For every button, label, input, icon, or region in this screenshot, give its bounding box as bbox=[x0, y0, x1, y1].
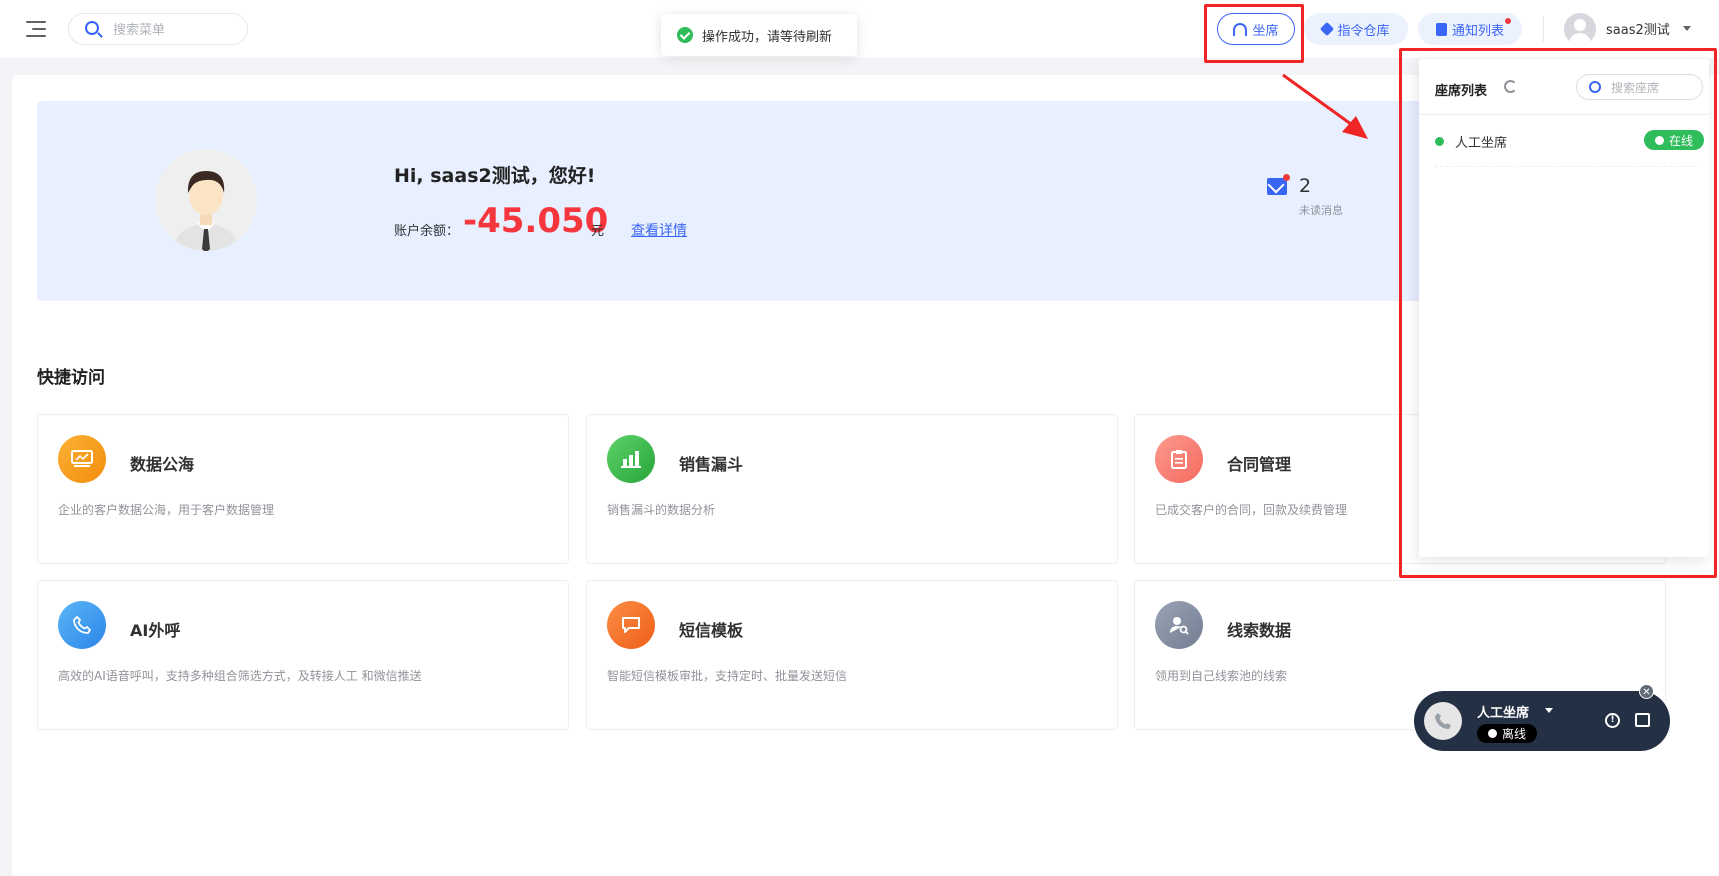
greeting-text: Hi, saas2测试，您好! bbox=[394, 165, 596, 187]
card-title: 线索数据 bbox=[1227, 621, 1292, 640]
card-desc: 销售漏斗的数据分析 bbox=[607, 503, 716, 517]
card-icon-bg bbox=[1155, 601, 1203, 649]
balance-value: -45.050 bbox=[463, 201, 609, 241]
card-icon-bg bbox=[607, 435, 655, 483]
refresh-icon[interactable] bbox=[1504, 80, 1517, 93]
card-desc: 领用到自己线索池的线索 bbox=[1155, 669, 1288, 683]
message-icon bbox=[607, 601, 655, 649]
bar-chart-icon bbox=[607, 435, 655, 483]
phone-icon[interactable] bbox=[1424, 702, 1462, 740]
search-icon bbox=[85, 21, 99, 35]
card-title: 合同管理 bbox=[1227, 455, 1292, 474]
command-library-button[interactable]: 指令仓库 bbox=[1304, 13, 1408, 45]
agent-button[interactable]: 坐席 bbox=[1217, 13, 1295, 45]
card-title: 销售漏斗 bbox=[679, 455, 744, 474]
seat-list-panel: 座席列表 人工坐席 在线 bbox=[1419, 59, 1709, 557]
close-icon[interactable]: ✕ bbox=[1639, 684, 1654, 699]
agent-button-label: 坐席 bbox=[1252, 23, 1279, 39]
seat-list-title: 座席列表 bbox=[1435, 84, 1488, 99]
quick-card-data-pool[interactable]: 数据公海 企业的客户数据公海，用于客户数据管理 bbox=[37, 414, 569, 564]
quick-card-sms-template[interactable]: 短信模板 智能短信模板审批，支持定时、批量发送短信 bbox=[586, 580, 1118, 730]
monitor-icon bbox=[58, 435, 106, 483]
user-search-icon bbox=[1155, 601, 1203, 649]
divider bbox=[1419, 114, 1709, 115]
command-library-label: 指令仓库 bbox=[1337, 23, 1390, 39]
user-avatar[interactable] bbox=[1564, 13, 1596, 45]
profile-avatar bbox=[155, 149, 257, 251]
notification-list-label: 通知列表 bbox=[1451, 23, 1504, 39]
card-icon-bg bbox=[1155, 435, 1203, 483]
expand-icon[interactable] bbox=[1635, 713, 1650, 727]
widget-seat-name[interactable]: 人工坐席 bbox=[1477, 702, 1529, 721]
seat-name: 人工坐席 bbox=[1455, 136, 1508, 151]
menu-search-input[interactable] bbox=[113, 20, 239, 40]
online-status-dot bbox=[1435, 137, 1444, 146]
status-icon bbox=[1654, 135, 1664, 145]
toast-message: 操作成功，请等待刷新 bbox=[702, 29, 833, 45]
quick-card-ai-call[interactable]: AI外呼 高效的AI语音呼叫，支持多种组合筛选方式，及转接人工 和微信推送 bbox=[37, 580, 569, 730]
offline-status-badge[interactable]: 离线 bbox=[1477, 724, 1537, 743]
card-icon-bg bbox=[58, 601, 106, 649]
header-divider bbox=[1543, 16, 1544, 42]
online-status-badge: 在线 bbox=[1644, 130, 1704, 150]
quick-access-title: 快捷访问 bbox=[37, 368, 105, 388]
card-desc: 已成交客户的合同，回款及续费管理 bbox=[1155, 503, 1348, 517]
info-icon[interactable]: ! bbox=[1605, 713, 1620, 728]
notification-list-button[interactable]: 通知列表 bbox=[1418, 13, 1522, 45]
quick-card-sales-funnel[interactable]: 销售漏斗 销售漏斗的数据分析 bbox=[586, 414, 1118, 564]
card-title: 数据公海 bbox=[130, 455, 195, 474]
top-header: 坐席 指令仓库 通知列表 saas2测试 bbox=[0, 0, 1719, 58]
card-icon-bg bbox=[607, 601, 655, 649]
call-widget: 人工坐席 离线 ! bbox=[1414, 691, 1670, 751]
notification-badge-dot bbox=[1505, 18, 1511, 24]
pin-icon bbox=[1320, 21, 1335, 37]
chevron-down-icon[interactable] bbox=[1683, 26, 1691, 31]
mail-badge-dot bbox=[1283, 174, 1290, 181]
seat-search-box bbox=[1576, 74, 1703, 100]
card-icon-bg bbox=[58, 435, 106, 483]
balance-label: 账户余额： bbox=[394, 224, 460, 239]
check-circle-icon bbox=[677, 27, 693, 43]
clipboard-icon bbox=[1155, 435, 1203, 483]
success-toast: 操作成功，请等待刷新 bbox=[661, 14, 857, 56]
search-icon bbox=[1589, 81, 1601, 93]
menu-collapse-icon[interactable] bbox=[26, 20, 46, 38]
card-desc: 企业的客户数据公海，用于客户数据管理 bbox=[58, 503, 275, 517]
menu-search-box bbox=[68, 13, 248, 45]
card-title: AI外呼 bbox=[130, 621, 181, 640]
unread-label: 未读消息 bbox=[1299, 204, 1343, 217]
card-title: 短信模板 bbox=[679, 621, 744, 640]
status-icon bbox=[1487, 729, 1497, 738]
card-desc: 智能短信模板审批，支持定时、批量发送短信 bbox=[607, 669, 848, 683]
seat-list-item[interactable]: 人工坐席 在线 bbox=[1435, 127, 1704, 167]
headset-icon bbox=[1233, 22, 1248, 36]
unread-count[interactable]: 2 bbox=[1299, 175, 1311, 197]
balance-unit: 元 bbox=[591, 224, 605, 239]
offline-status-label: 离线 bbox=[1501, 727, 1526, 741]
document-icon bbox=[1435, 22, 1447, 36]
chevron-down-icon[interactable] bbox=[1545, 708, 1553, 713]
online-status-label: 在线 bbox=[1668, 133, 1693, 148]
seat-search-input[interactable] bbox=[1611, 79, 1697, 97]
card-desc: 高效的AI语音呼叫，支持多种组合筛选方式，及转接人工 和微信推送 bbox=[58, 669, 422, 683]
phone-icon bbox=[58, 601, 106, 649]
view-details-link[interactable]: 查看详情 bbox=[631, 220, 687, 240]
user-name[interactable]: saas2测试 bbox=[1606, 19, 1670, 38]
